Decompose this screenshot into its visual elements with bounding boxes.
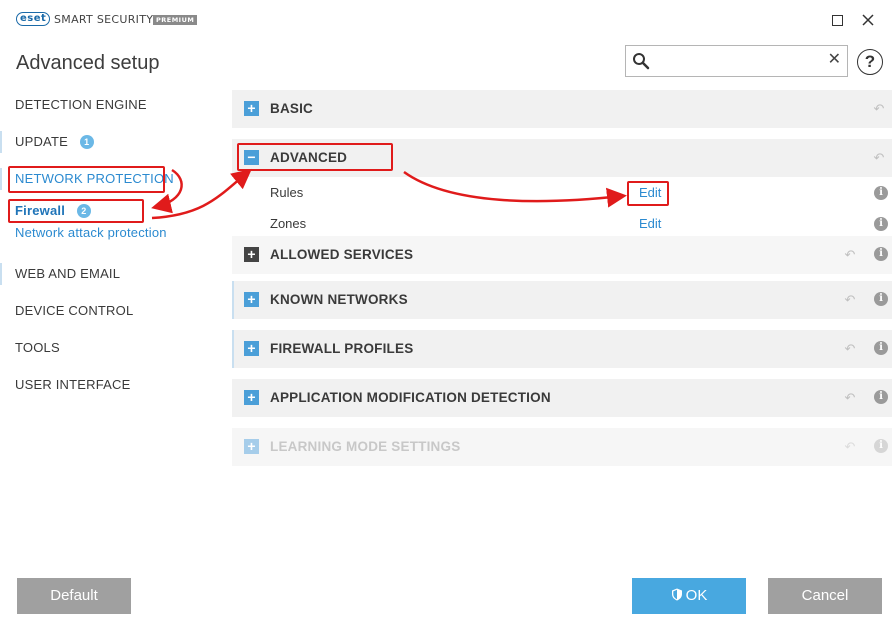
info-icon: i	[874, 439, 888, 453]
revert-icon: ↶	[844, 247, 856, 262]
info-icon[interactable]: i	[874, 247, 888, 261]
ok-button-label: OK	[685, 587, 708, 604]
search-box[interactable]: ✕	[625, 45, 848, 77]
setting-label: Zones	[270, 216, 307, 231]
sidebar-item-user-interface[interactable]: USER INTERFACE	[0, 374, 130, 396]
expand-icon[interactable]: +	[244, 341, 259, 356]
revert-icon: ↶	[844, 341, 856, 356]
expand-icon: +	[244, 439, 259, 454]
info-icon[interactable]: i	[874, 341, 888, 355]
sidebar-item-label: DEVICE CONTROL	[15, 303, 134, 318]
section-allowed-services[interactable]: + ALLOWED SERVICES ↶ i	[232, 236, 892, 274]
page-title: Advanced setup	[16, 52, 160, 74]
expand-icon[interactable]: +	[244, 101, 259, 116]
product-name: SMART SECURITY	[54, 13, 154, 26]
clear-search-icon[interactable]: ✕	[828, 50, 841, 70]
cancel-button[interactable]: Cancel	[768, 578, 882, 614]
cancel-button-label: Cancel	[801, 587, 849, 604]
info-icon[interactable]: i	[874, 390, 888, 404]
update-count-badge: 1	[79, 135, 94, 149]
section-title: BASIC	[270, 101, 314, 116]
section-title: KNOWN NETWORKS	[270, 292, 408, 307]
shield-icon	[671, 588, 682, 601]
setting-row-rules: Rules Edit i	[232, 178, 892, 208]
expand-icon[interactable]: +	[244, 390, 259, 405]
sidebar-item-label: UPDATE	[15, 134, 68, 149]
info-icon[interactable]: i	[874, 186, 888, 200]
edit-zones-link[interactable]: Edit	[639, 216, 661, 231]
default-button-label: Default	[50, 587, 98, 604]
revert-icon: ↶	[873, 101, 885, 116]
section-firewall-profiles[interactable]: + FIREWALL PROFILES ↶ i	[232, 330, 892, 368]
help-icon[interactable]: ?	[857, 49, 883, 75]
search-icon	[633, 53, 650, 70]
section-basic[interactable]: + BASIC ↶	[232, 90, 892, 128]
sidebar-item-device-control[interactable]: DEVICE CONTROL	[0, 300, 133, 322]
expand-icon[interactable]: +	[244, 292, 259, 307]
info-icon[interactable]: i	[874, 292, 888, 306]
annotation-box-firewall	[8, 199, 144, 223]
expand-icon[interactable]: +	[244, 247, 259, 262]
edition-badge: PREMIUM	[153, 15, 198, 25]
annotation-box-edit-rules	[627, 181, 669, 206]
annotation-box-advanced	[237, 143, 393, 171]
eset-logo: eset	[16, 12, 51, 26]
setting-label: Rules	[270, 185, 304, 200]
section-accent	[232, 330, 234, 368]
maximize-icon[interactable]	[827, 10, 847, 30]
title-bar: eset SMART SECURITY PREMIUM	[0, 0, 892, 40]
sidebar-item-label: USER INTERFACE	[15, 377, 131, 392]
sidebar-item-detection-engine[interactable]: DETECTION ENGINE	[0, 94, 147, 116]
search-input[interactable]	[654, 50, 824, 72]
section-accent	[232, 281, 234, 319]
nav-indicator	[0, 131, 2, 153]
section-title: ALLOWED SERVICES	[270, 247, 414, 262]
section-known-networks[interactable]: + KNOWN NETWORKS ↶ i	[232, 281, 892, 319]
revert-icon: ↶	[873, 150, 885, 165]
info-icon[interactable]: i	[874, 217, 888, 231]
revert-icon: ↶	[844, 439, 856, 454]
sidebar-item-update[interactable]: UPDATE 1	[0, 131, 94, 153]
sidebar-item-label: WEB AND EMAIL	[15, 266, 121, 281]
sidebar-item-label: TOOLS	[15, 340, 60, 355]
sidebar-item-web-and-email[interactable]: WEB AND EMAIL	[0, 263, 120, 285]
ok-button[interactable]: OK	[632, 578, 746, 614]
nav-indicator	[0, 168, 2, 190]
default-button[interactable]: Default	[17, 578, 131, 614]
revert-icon: ↶	[844, 390, 856, 405]
section-application-modification-detection[interactable]: + APPLICATION MODIFICATION DETECTION ↶ i	[232, 379, 892, 417]
section-learning-mode-settings: + LEARNING MODE SETTINGS ↶ i	[232, 428, 892, 466]
annotation-box-network-protection	[8, 166, 165, 193]
revert-icon: ↶	[844, 292, 856, 307]
section-title: FIREWALL PROFILES	[270, 341, 414, 356]
setting-row-zones: Zones Edit i	[232, 209, 892, 239]
sidebar-item-label: Network attack protection	[15, 225, 167, 240]
sidebar-item-network-attack-protection[interactable]: Network attack protection	[0, 222, 167, 244]
close-icon[interactable]	[858, 10, 878, 30]
section-title: LEARNING MODE SETTINGS	[270, 439, 461, 454]
sidebar-item-tools[interactable]: TOOLS	[0, 337, 60, 359]
sidebar-item-label: DETECTION ENGINE	[15, 97, 147, 112]
nav-indicator	[0, 263, 2, 285]
section-title: APPLICATION MODIFICATION DETECTION	[270, 390, 551, 405]
